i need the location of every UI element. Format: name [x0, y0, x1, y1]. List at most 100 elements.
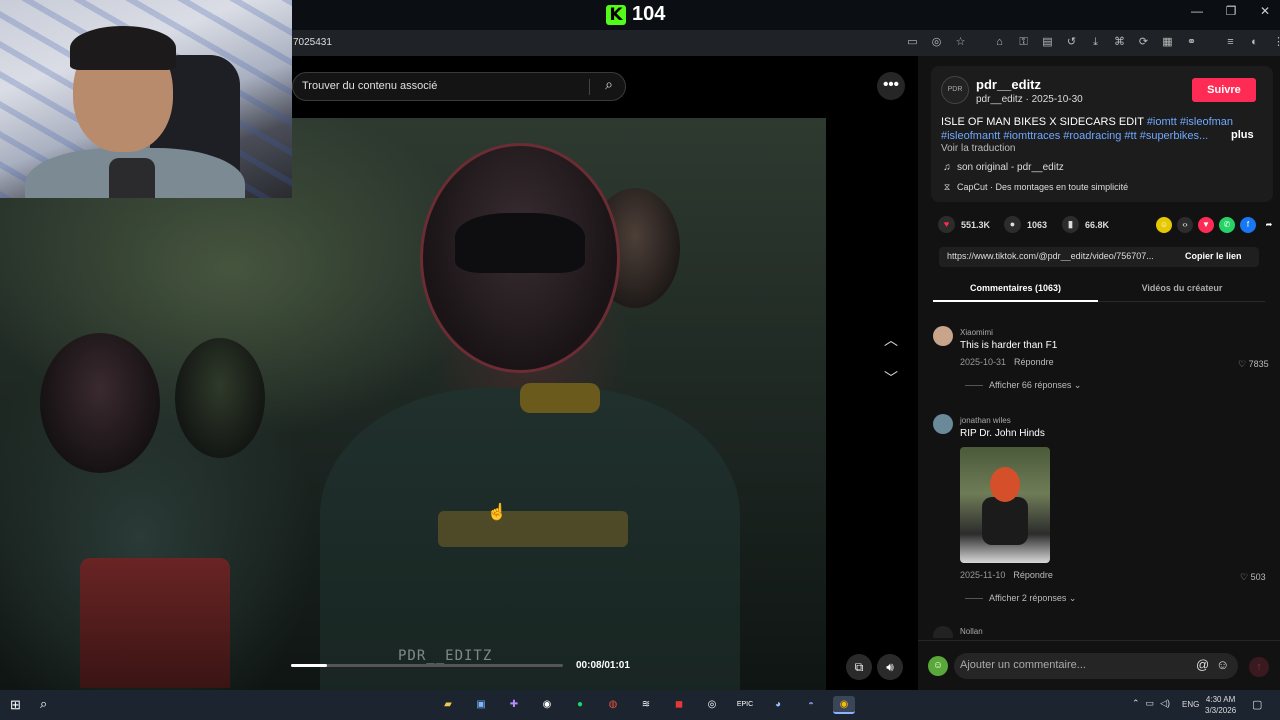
profile-icon[interactable]: ◐ — [1248, 35, 1261, 49]
friends-share-icon[interactable]: ☺ — [1156, 217, 1172, 233]
like-stat[interactable]: ♥ 551.3K — [938, 216, 990, 233]
reading-list-icon[interactable]: ≡ — [1224, 35, 1237, 49]
app-icon-chat[interactable]: ◼ — [668, 696, 690, 714]
translate-icon[interactable]: ⌘ — [1113, 35, 1126, 49]
language-indicator[interactable]: ENG — [1182, 700, 1199, 709]
reply-button[interactable]: Répondre — [1014, 357, 1054, 367]
repost-icon[interactable]: ▼ — [1198, 217, 1214, 233]
network-icon[interactable]: ▭ — [1146, 698, 1155, 709]
view-replies-button[interactable]: Afficher 2 réponses ⌄ — [965, 593, 1076, 604]
hashtags-line-2[interactable]: #isleofmantt #iomttraces #roadracing #tt… — [941, 130, 1208, 142]
video-description: ISLE OF MAN BIKES X SIDECARS EDIT #iomtt… — [941, 115, 1241, 143]
chevron-down-icon[interactable]: ﹀ — [878, 366, 904, 390]
comment-username[interactable]: jonathan wiles — [960, 416, 1011, 425]
address-url[interactable]: 7025431 — [293, 37, 332, 48]
share-arrow-icon[interactable]: ➦ — [1261, 217, 1277, 233]
game-controller-icon[interactable]: ✚ — [503, 696, 525, 714]
comment-stat[interactable]: ● 1063 — [1004, 216, 1047, 233]
save-count: 66.8K — [1085, 219, 1110, 230]
current-user-avatar[interactable]: ☺ — [928, 656, 948, 676]
store-icon[interactable]: ▣ — [470, 696, 492, 714]
copy-link-button[interactable]: Copier le lien — [1185, 251, 1242, 261]
video-link[interactable]: https://www.tiktok.com/@pdr__editz/video… — [947, 251, 1175, 261]
comment-input-wrapper[interactable]: @ ☺ — [954, 653, 1238, 679]
notification-icon[interactable]: ▢ — [1252, 698, 1262, 711]
speaker-icon[interactable]: ◁) — [1160, 698, 1170, 709]
more-options-button[interactable]: ••• — [877, 72, 905, 100]
tray-chevron-up-icon[interactable]: ⌃ — [1132, 698, 1140, 709]
whatsapp-icon[interactable]: ✆ — [1219, 217, 1235, 233]
extension-icon[interactable]: ⌂ — [993, 35, 1006, 49]
view-replies-label: Afficher 2 réponses — [989, 593, 1067, 603]
send-icon[interactable]: ↑ — [1249, 657, 1269, 677]
facebook-icon[interactable]: f — [1240, 217, 1256, 233]
translate-link[interactable]: Voir la traduction — [941, 143, 1016, 154]
video-frame[interactable]: PDR__EDITZ — [0, 118, 826, 690]
view-replies-button[interactable]: Afficher 66 réponses ⌄ — [965, 380, 1081, 391]
comment-username[interactable]: Xiaomimi — [960, 328, 993, 337]
discord-icon[interactable]: ◓ — [800, 696, 822, 714]
download-icon[interactable]: ⤓ — [1089, 35, 1102, 49]
chevron-down-icon: ⌄ — [1073, 380, 1082, 390]
capcut-link[interactable]: ⧖ CapCut · Des montages en toute simplici… — [941, 182, 1128, 193]
volume-icon[interactable]: 🔊︎ — [877, 654, 903, 680]
windows-start-icon[interactable]: ⊞ — [10, 698, 24, 712]
spotify-icon[interactable]: ● — [569, 696, 591, 714]
replies-dash — [965, 385, 983, 387]
key-icon[interactable]: ⚿ — [1017, 35, 1030, 49]
tab-creator-videos[interactable]: Vidéos du créateur — [1099, 283, 1265, 293]
sync-icon[interactable]: ⟳ — [1137, 35, 1150, 49]
search-icon[interactable]: ⌕ — [40, 696, 56, 712]
apps-icon[interactable]: ▦ — [1161, 35, 1174, 49]
comment-image[interactable] — [960, 447, 1050, 563]
card-icon[interactable]: ▤ — [1041, 35, 1054, 49]
restore-button[interactable]: ❐ — [1224, 4, 1238, 18]
link-icon[interactable]: ⚭ — [1185, 35, 1198, 49]
eye-off-icon[interactable]: ◎ — [930, 35, 943, 49]
hashtags-line-1[interactable]: #iomtt #isleofman — [1147, 116, 1233, 128]
sound-link[interactable]: ♫ son original - pdr__editz — [941, 162, 1063, 173]
epic-games-icon[interactable]: EPIC — [734, 696, 756, 714]
comment-image-bike — [982, 497, 1028, 545]
toolbar-separator — [978, 35, 982, 49]
app-icon-red[interactable]: ◍ — [602, 696, 624, 714]
search-icon[interactable]: ⌕ — [599, 76, 619, 96]
cast-icon[interactable]: ▭ — [906, 35, 919, 49]
chrome-icon[interactable]: ◉ — [833, 696, 855, 714]
comment-count: 1063 — [1027, 219, 1048, 230]
file-explorer-icon[interactable]: ▰ — [437, 696, 459, 714]
creator-avatar[interactable]: PDR — [941, 76, 969, 104]
menu-icon[interactable]: ⋮ — [1272, 35, 1280, 49]
emoji-icon[interactable]: ☺ — [1216, 657, 1229, 672]
related-content-search[interactable]: ⌕ — [292, 72, 626, 101]
tab-comments[interactable]: Commentaires (1063) — [933, 283, 1098, 293]
progress-bar[interactable] — [291, 664, 563, 667]
minimize-button[interactable]: — — [1190, 4, 1204, 18]
save-stat[interactable]: ▮ 66.8K — [1062, 216, 1109, 233]
follow-button[interactable]: Suivre — [1192, 78, 1256, 102]
heart-outline-icon: ♡ — [1240, 572, 1251, 582]
star-icon[interactable]: ☆ — [954, 35, 967, 49]
more-description-link[interactable]: plus — [1231, 129, 1254, 141]
comment-avatar[interactable] — [933, 326, 953, 346]
floating-player-icon[interactable]: ⧉ — [846, 654, 872, 680]
steam-icon[interactable]: ◕ — [767, 696, 789, 714]
search-input[interactable] — [302, 80, 582, 92]
system-clock[interactable]: 4:30 AM 3/3/2026 — [1205, 694, 1236, 716]
comment-avatar[interactable] — [933, 626, 953, 638]
obs-icon[interactable]: ◉ — [536, 696, 558, 714]
app-icon-stack[interactable]: ≋ — [635, 696, 657, 714]
comment-input[interactable] — [960, 659, 1190, 671]
history-icon[interactable]: ↺ — [1065, 35, 1078, 49]
comment-like[interactable]: ♡ 7835 — [1238, 359, 1269, 370]
close-button[interactable]: ✕ — [1258, 4, 1272, 18]
comment-avatar[interactable] — [933, 414, 953, 434]
creator-username[interactable]: pdr__editz — [976, 77, 1041, 92]
chevron-up-icon[interactable]: ︿ — [878, 328, 904, 352]
comment-like[interactable]: ♡ 503 — [1240, 572, 1266, 583]
mention-icon[interactable]: @ — [1196, 657, 1209, 672]
embed-icon[interactable]: ‹› — [1177, 217, 1193, 233]
comment-username[interactable]: Nollan — [960, 627, 983, 636]
reply-button[interactable]: Répondre — [1013, 570, 1053, 580]
app-icon-ring[interactable]: ◎ — [701, 696, 723, 714]
